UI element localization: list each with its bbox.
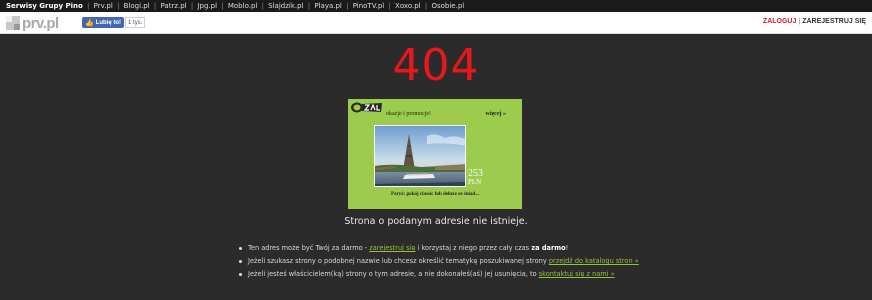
- list-item: Jeżeli szukasz strony o podobnej nazwie …: [239, 255, 639, 268]
- network-link-playa[interactable]: Playa.pl: [314, 2, 342, 10]
- list-item: Ten adres może być Twój za darmo - zarej…: [239, 242, 639, 255]
- network-link-pinotv[interactable]: PinoTV.pl: [353, 2, 385, 10]
- help-list: Ten adres może być Twój za darmo - zarej…: [239, 242, 639, 281]
- network-link-xoxo[interactable]: Xoxo.pl: [395, 2, 421, 10]
- eiffel-tower-image: [375, 126, 465, 186]
- site-catalog-link[interactable]: przejdź do katalogu stron »: [549, 257, 639, 265]
- error-message: Strona o podanym adresie nie istnieje.: [344, 216, 528, 227]
- top-network-bar: Serwisy Grupy Pino | Prv.pl | Blogi.pl |…: [0, 0, 872, 12]
- register-link[interactable]: ZAREJESTRUJ SIĘ: [802, 18, 866, 25]
- network-link-osobie[interactable]: Osobie.pl: [431, 2, 464, 10]
- login-link[interactable]: ZALOGUJ: [763, 18, 796, 25]
- network-link-patrz[interactable]: Patrz.pl: [161, 2, 187, 10]
- error-code: 404: [392, 40, 480, 91]
- register-inline-link[interactable]: zarejestruj się: [369, 244, 415, 252]
- auth-links: ZALOGUJ | ZAREJESTRUJ SIĘ: [763, 18, 866, 25]
- facebook-like-label: Lubię to!: [95, 19, 122, 26]
- network-link-prv[interactable]: Prv.pl: [94, 2, 113, 10]
- ad-brand-logo: [351, 102, 382, 113]
- list-item: Jeżeli jesteś właścicielem(ką) strony o …: [239, 268, 639, 281]
- ad-price: 253 PLN: [468, 169, 483, 187]
- logo-mark-icon: [6, 16, 20, 30]
- ad-price-currency: PLN: [468, 178, 482, 186]
- network-link-blogi[interactable]: Blogi.pl: [124, 2, 150, 10]
- network-brand: Serwisy Grupy Pino: [6, 2, 83, 10]
- site-logo[interactable]: prv.pl: [6, 14, 59, 32]
- ad-promo-text: okazje i promocje!: [386, 111, 431, 117]
- promo-banner[interactable]: okazje i promocje! więcej » 253 PLN Pary…: [348, 99, 522, 209]
- network-link-jpg[interactable]: Jpg.pl: [197, 2, 217, 10]
- ad-more-link[interactable]: więcej »: [486, 111, 507, 117]
- logo-text: prv.pl: [22, 14, 59, 32]
- facebook-like-widget[interactable]: 👍 Lubię to! 1 tys.: [82, 17, 146, 28]
- contact-link[interactable]: skontaktuj się z nami »: [539, 270, 615, 278]
- network-link-moblo[interactable]: Moblo.pl: [228, 2, 257, 10]
- site-header: prv.pl 👍 Lubię to! 1 tys. ZALOGUJ | ZAREJE…: [0, 12, 872, 34]
- network-link-slajdzik[interactable]: Slajdzik.pl: [268, 2, 303, 10]
- facebook-like-count: 1 tys.: [125, 17, 146, 28]
- ad-caption[interactable]: Paryż: pokój classic lub deluxe ze śniad…: [348, 192, 522, 197]
- facebook-like-button[interactable]: 👍 Lubię to!: [82, 17, 125, 28]
- thumbs-up-icon: 👍: [85, 19, 94, 27]
- ad-price-value: 253: [468, 168, 483, 179]
- ad-paris-photo[interactable]: [374, 125, 466, 187]
